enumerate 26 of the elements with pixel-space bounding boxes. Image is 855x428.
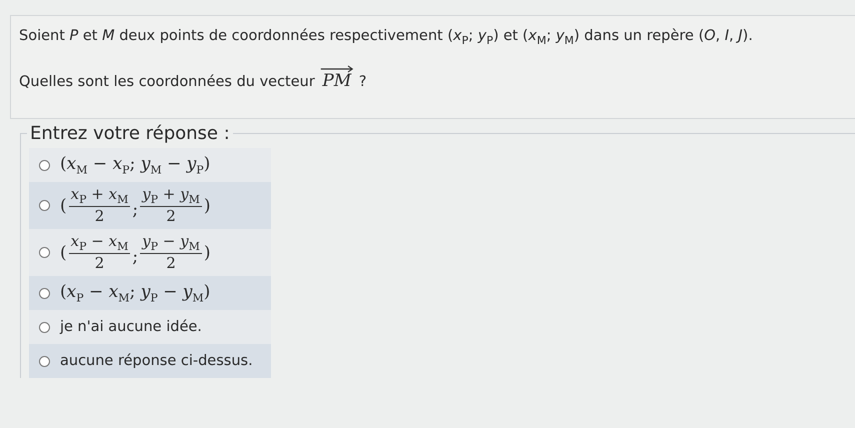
radio-button[interactable] [39, 322, 50, 333]
math-symbol: ; [132, 200, 138, 220]
numerator: y$_{P}$ − y$_{M}$ [140, 233, 202, 254]
math-symbol: ( [60, 242, 67, 263]
math-symbol: ) [204, 242, 210, 263]
denominator: 2 [166, 207, 176, 226]
question-text: Soient P et M deux points de coordonnées respectivement (x$_{P}$; y$_{P}$) et (x$_{M}$; y$_{M}$) dans un repère (O, I, J). [19, 28, 754, 47]
radio-button[interactable] [39, 288, 50, 299]
denominator: 2 [166, 254, 176, 272]
math-symbol: ( [60, 196, 67, 216]
radio-button[interactable] [39, 356, 50, 367]
radio-button[interactable] [39, 200, 50, 212]
numerator: x$_{P}$ − x$_{M}$ [68, 233, 130, 254]
radio-button[interactable] [39, 247, 50, 258]
question-text: Quelles sont les coordonnées du vecteur [19, 74, 315, 90]
vector-label: PM [322, 72, 352, 90]
math-symbol: ; [132, 246, 138, 267]
numerator: y$_{P}$ + y$_{M}$ [140, 186, 202, 208]
radio-button[interactable] [39, 160, 50, 170]
denominator: 2 [94, 254, 104, 272]
vector-arrow-icon [320, 64, 354, 73]
numerator: x$_{P}$ + x$_{M}$ [68, 186, 130, 208]
denominator: 2 [94, 207, 104, 226]
math-symbol: ) [204, 196, 210, 216]
answer-legend: Entrez votre réponse : [27, 123, 233, 144]
question-mark: ? [358, 74, 367, 90]
